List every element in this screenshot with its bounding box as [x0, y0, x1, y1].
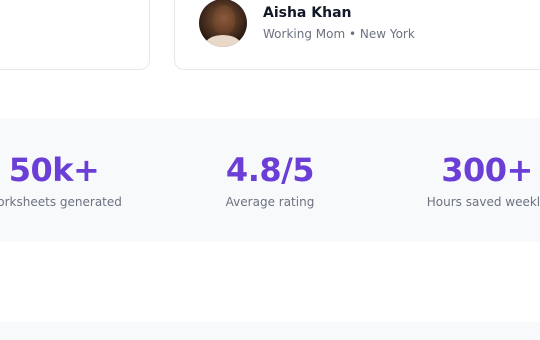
- stats-band: 50k+ Worksheets generated 4.8/5 Average …: [0, 118, 540, 242]
- page: Aisha Khan Working Mom • New York 50k+ W…: [0, 0, 540, 340]
- testimonial-author: Aisha Khan Working Mom • New York: [199, 0, 415, 47]
- stat-value: 4.8/5: [225, 151, 315, 189]
- next-section: [0, 322, 540, 340]
- stat-rating: 4.8/5 Average rating: [150, 150, 390, 210]
- stat-value: 300+: [441, 151, 533, 189]
- author-name: Aisha Khan: [263, 4, 352, 21]
- stat-label: Hours saved weekly: [426, 195, 540, 209]
- avatar: [199, 0, 247, 47]
- stat-worksheets: 50k+ Worksheets generated: [0, 150, 174, 210]
- testimonial-card: [0, 0, 150, 70]
- author-meta: Working Mom • New York: [263, 26, 415, 41]
- testimonial-card: Aisha Khan Working Mom • New York: [174, 0, 540, 70]
- stat-label: Worksheets generated: [0, 195, 122, 209]
- stat-value: 50k+: [8, 151, 100, 189]
- stat-hours-saved: 300+ Hours saved weekly: [367, 150, 540, 210]
- stat-label: Average rating: [225, 195, 315, 209]
